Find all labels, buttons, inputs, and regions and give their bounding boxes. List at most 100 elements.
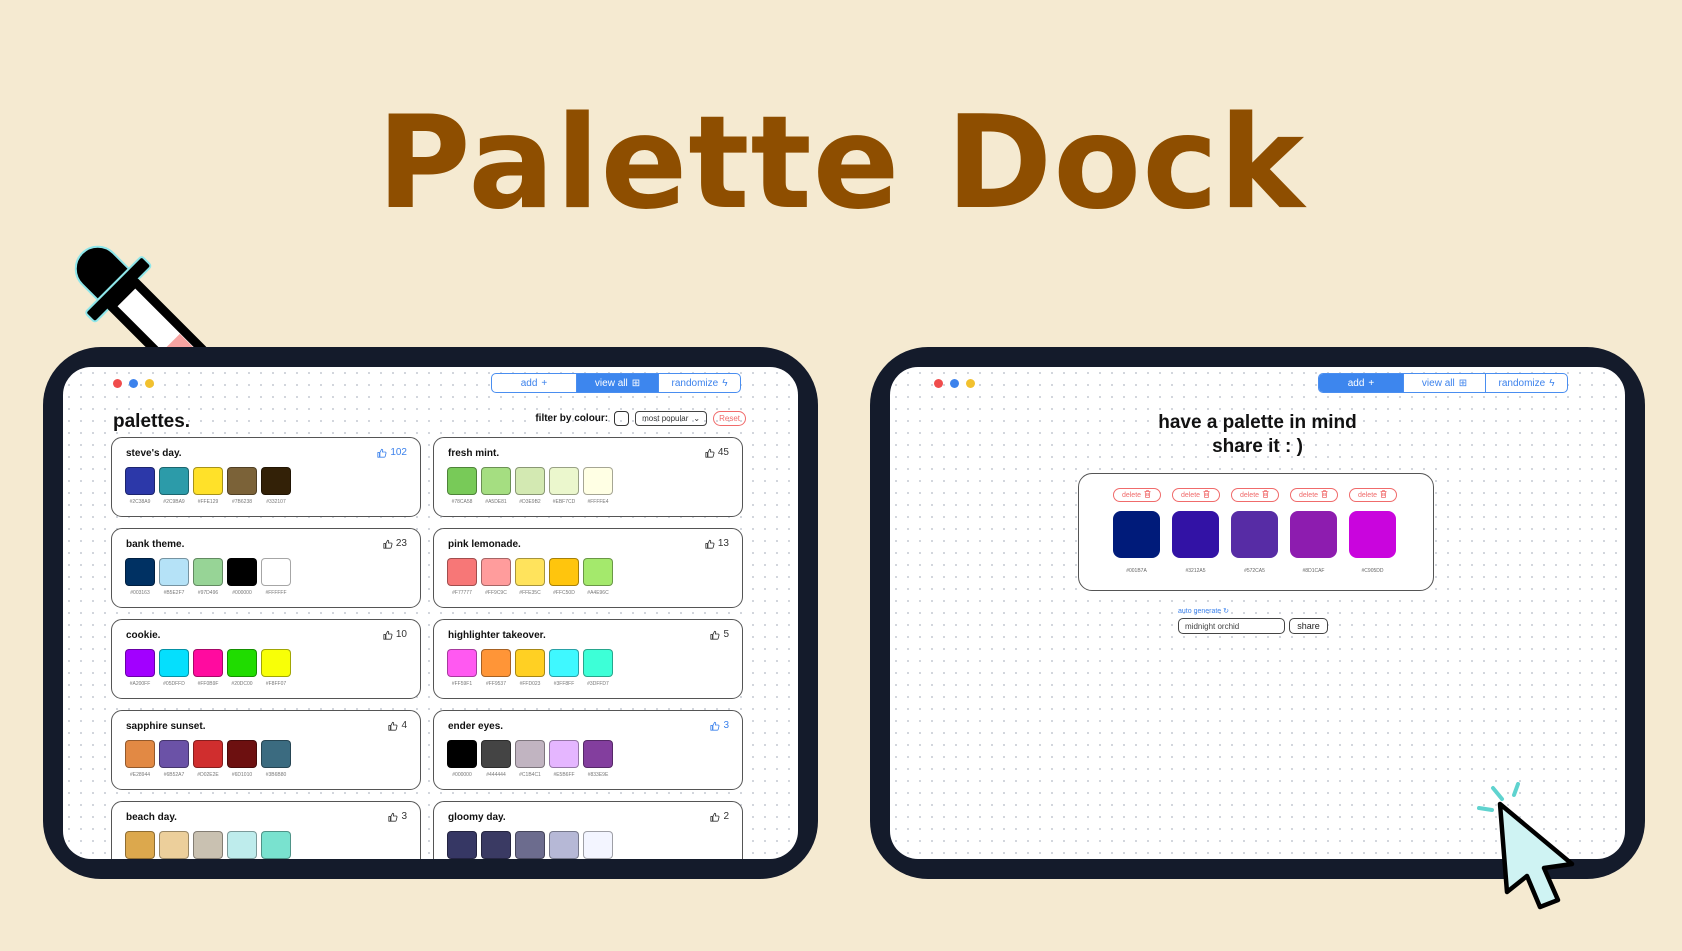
color-swatch[interactable]: #833E9E [583, 740, 613, 778]
minimize-dot[interactable] [129, 379, 138, 388]
color-swatch[interactable]: #79E2CF [261, 831, 291, 859]
like-button[interactable]: 102 [377, 447, 407, 458]
color-swatch[interactable]: #003163 [125, 558, 155, 596]
editor-color-chip[interactable] [1349, 511, 1396, 558]
palette-card[interactable]: cookie. 10 #A200FF #05DFFD #FF0B9F #20DC00 #F8… [111, 619, 421, 699]
palette-card[interactable]: bank theme. 23 #003163 #B5E2F7 #97D496 #00000… [111, 528, 421, 608]
delete-button[interactable]: delete [1112, 488, 1161, 502]
like-button[interactable]: 3 [710, 720, 729, 731]
color-swatch[interactable]: #D02E2E [193, 740, 223, 778]
color-swatch[interactable]: #363764 [447, 831, 477, 859]
nav-randomize-button[interactable]: randomize ϟ [1485, 374, 1567, 392]
delete-button[interactable]: delete [1171, 488, 1220, 502]
color-swatch[interactable]: #3B6B80 [261, 740, 291, 778]
editor-color-chip[interactable] [1290, 511, 1337, 558]
color-swatch[interactable]: #B5E2F7 [159, 558, 189, 596]
color-swatch[interactable]: #000000 [227, 558, 257, 596]
palette-name-input[interactable]: midnight orchid [1178, 618, 1285, 634]
delete-button[interactable]: delete [1230, 488, 1279, 502]
color-swatch[interactable]: #DCA84D [125, 831, 155, 859]
palette-card[interactable]: gloomy day. 2 #363764#3A3A63#6C6C8E#B6B8D6… [433, 801, 743, 859]
color-swatch[interactable]: #E28944 [125, 740, 155, 778]
palette-card[interactable]: beach day. 3 #DCA84D#ECCF9B#C9C1B1#BEECEC#… [111, 801, 421, 859]
color-swatch[interactable]: #444444 [481, 740, 511, 778]
hex-code: #F77777 [452, 590, 472, 596]
color-chip [125, 558, 155, 586]
editor-color-chip[interactable] [1172, 511, 1219, 558]
palette-card[interactable]: ender eyes. 3 #000000 #444444 #C1B4C1 #E5B6FF… [433, 710, 743, 790]
color-swatch[interactable]: #332107 [261, 467, 291, 505]
color-swatch[interactable]: #000000 [447, 740, 477, 778]
color-swatch[interactable]: #3FF8FF [549, 649, 579, 687]
nav-randomize-button[interactable]: randomize ϟ [658, 374, 740, 392]
color-swatch[interactable]: #FFE35C [515, 558, 545, 596]
color-swatch[interactable]: #20DC00 [227, 649, 257, 687]
like-button[interactable]: 4 [388, 720, 407, 731]
color-swatch[interactable]: #FFE129 [193, 467, 223, 505]
color-swatch[interactable]: #A200FF [125, 649, 155, 687]
color-swatch[interactable]: #FFC50D [549, 558, 579, 596]
like-button[interactable]: 45 [705, 447, 729, 458]
color-swatch[interactable]: #3A3A63 [481, 831, 511, 859]
color-swatch[interactable]: #F8FF07 [261, 649, 291, 687]
close-dot[interactable] [934, 379, 943, 388]
auto-generate-link[interactable]: auto generate ↻ [1178, 607, 1229, 615]
maximize-dot[interactable] [966, 379, 975, 388]
color-swatch[interactable]: #FFFFFF [261, 558, 291, 596]
like-button[interactable]: 5 [710, 629, 729, 640]
close-dot[interactable] [113, 379, 122, 388]
color-swatch[interactable]: #FF59F1 [447, 649, 477, 687]
color-swatch[interactable]: #FF0B9F [193, 649, 223, 687]
palette-card[interactable]: sapphire sunset. 4 #E28944 #6B52A7 #D02E2E #6… [111, 710, 421, 790]
color-swatch[interactable]: #6D1010 [227, 740, 257, 778]
color-swatch[interactable]: #F3F5FF [583, 831, 613, 859]
color-swatch[interactable]: #B6B8D6 [549, 831, 579, 859]
like-button[interactable]: 10 [383, 629, 407, 640]
color-swatch[interactable]: #6C6C8E [515, 831, 545, 859]
editor-color-chip[interactable] [1231, 511, 1278, 558]
color-swatch[interactable]: #BEECEC [227, 831, 257, 859]
nav-add-button[interactable]: add + [492, 374, 576, 392]
color-swatch[interactable]: #3DFFD7 [583, 649, 613, 687]
minimize-dot[interactable] [950, 379, 959, 388]
share-button[interactable]: share [1289, 618, 1328, 634]
color-swatch[interactable]: #2C9BA9 [159, 467, 189, 505]
color-swatch[interactable]: #7B6238 [227, 467, 257, 505]
color-swatch[interactable]: #97D496 [193, 558, 223, 596]
delete-button[interactable]: delete [1348, 488, 1397, 502]
color-swatch[interactable]: #FFFFE4 [583, 467, 613, 505]
like-button[interactable]: 2 [710, 811, 729, 822]
palette-card[interactable]: fresh mint. 45 #78CA58 #A5DE81 #D3E9B2 #EBF7C… [433, 437, 743, 517]
sort-select[interactable]: most popular ⌄ [635, 411, 708, 426]
colour-filter-picker[interactable] [614, 411, 630, 426]
delete-button[interactable]: delete [1289, 488, 1338, 502]
color-swatch[interactable]: #ECCF9B [159, 831, 189, 859]
nav-add-button[interactable]: add + [1319, 374, 1403, 392]
palette-card[interactable]: pink lemonade. 13 #F77777 #FF9C9C #FFE35C #FF… [433, 528, 743, 608]
like-button[interactable]: 3 [388, 811, 407, 822]
palette-card[interactable]: highlighter takeover. 5 #FF59F1 #FF9537 #FFD… [433, 619, 743, 699]
color-swatch[interactable]: #78CA58 [447, 467, 477, 505]
color-swatch[interactable]: #FF9C9C [481, 558, 511, 596]
color-swatch[interactable]: #D3E9B2 [515, 467, 545, 505]
editor-color-chip[interactable] [1113, 511, 1160, 558]
color-swatch[interactable]: #2C38A9 [125, 467, 155, 505]
color-swatch[interactable]: #05DFFD [159, 649, 189, 687]
color-swatch[interactable]: #A4E96C [583, 558, 613, 596]
nav-view-all-button[interactable]: view all ⊞ [576, 374, 658, 392]
color-swatch[interactable]: #EBF7CD [549, 467, 579, 505]
like-button[interactable]: 13 [705, 538, 729, 549]
color-swatch[interactable]: #E5B6FF [549, 740, 579, 778]
reset-button[interactable]: Reset [713, 411, 746, 426]
color-swatch[interactable]: #6B52A7 [159, 740, 189, 778]
color-swatch[interactable]: #C1B4C1 [515, 740, 545, 778]
palette-card[interactable]: steve's day. 102 #2C38A9 #2C9BA9 #FFE129 #7B6… [111, 437, 421, 517]
nav-view-all-button[interactable]: view all ⊞ [1403, 374, 1485, 392]
color-swatch[interactable]: #FFD023 [515, 649, 545, 687]
color-swatch[interactable]: #A5DE81 [481, 467, 511, 505]
maximize-dot[interactable] [145, 379, 154, 388]
like-button[interactable]: 23 [383, 538, 407, 549]
color-swatch[interactable]: #FF9537 [481, 649, 511, 687]
color-swatch[interactable]: #F77777 [447, 558, 477, 596]
color-swatch[interactable]: #C9C1B1 [193, 831, 223, 859]
